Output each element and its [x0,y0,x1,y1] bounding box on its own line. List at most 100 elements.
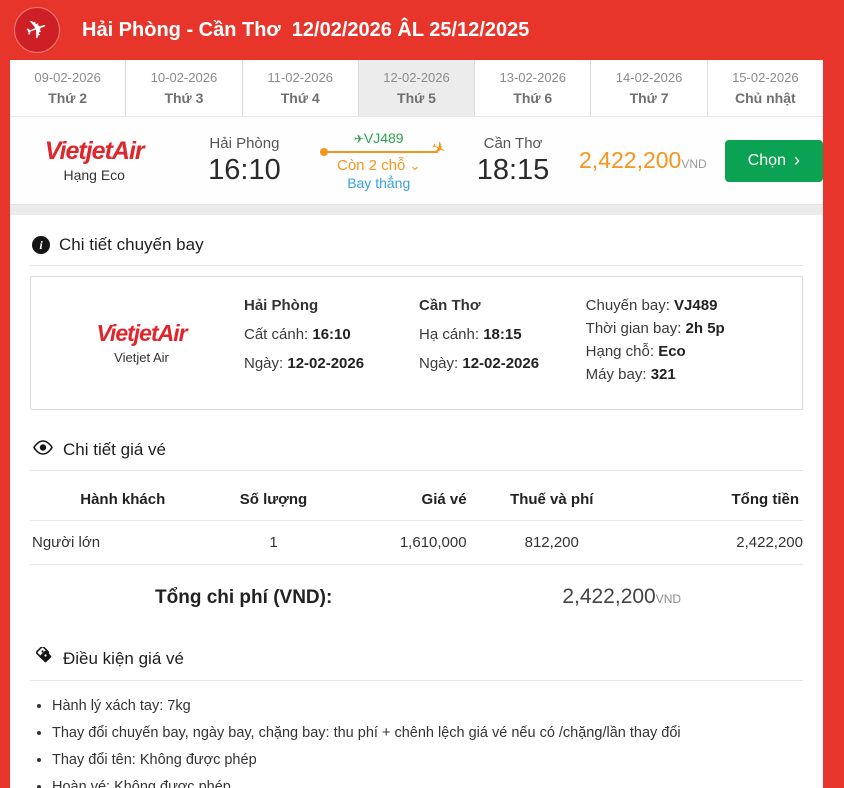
tab-day: Thứ 5 [397,90,436,106]
section-title: Điều kiện giá vé [63,648,184,668]
select-button-label: Chọn [747,151,786,169]
price-table-row: Người lớn 1 1,610,000 812,200 2,422,200 [30,520,803,564]
label: Ngày: [244,355,288,372]
direct-flight-label: Bay thẳng [347,175,411,191]
divider [30,265,803,266]
divider [30,470,803,471]
grand-total-value: 2,422,200VND [562,585,681,609]
airline-logo-badge: ✈ [14,7,60,53]
detail-arrival-col: Cần Thơ Hạ cánh: 18:15 Ngày: 12-02-2026 [419,297,586,389]
arrival-time: 18:15 [476,153,550,186]
tab-date: 11-02-2026 [267,70,333,85]
departure-city: Hải Phòng [209,134,280,152]
grand-total-row: Tổng chi phí (VND): 2,422,200VND [30,564,803,631]
tab-day: Thứ 7 [629,90,669,106]
price-table: Hành khách Số lượng Giá vé Thuế và phí T… [30,479,803,564]
label: Thời gian bay: [585,320,686,337]
detail-departure-col: Hải Phòng Cất cánh: 16:10 Ngày: 12-02-20… [244,297,419,389]
condition-item: Thay đổi chuyến bay, ngày bay, chặng bay… [52,720,803,747]
arrival-time-line: Hạ cánh: 18:15 [419,326,586,343]
condition-item: Thay đổi tên: Không được phép [52,747,803,774]
section-separator [10,205,823,215]
value: 12-02-2026 [287,355,365,372]
app-header: ✈ Hải Phòng - Cần Thơ 12/02/2026 ÂL 25/1… [0,0,844,60]
label: Chuyến bay: [585,297,675,314]
date-tab-6[interactable]: 14-02-2026 Thứ 7 [591,60,708,116]
col-total: Tổng tiền [731,491,800,508]
currency: VND [655,592,682,606]
select-flight-button[interactable]: Chọn › [724,139,824,182]
date-tab-3[interactable]: 11-02-2026 Thứ 4 [242,60,359,116]
tags-icon [32,645,54,670]
flight-number-line: Chuyến bay: VJ489 [586,297,794,314]
col-passenger: Hành khách [80,491,166,508]
flight-number-text: VJ489 [363,130,404,146]
fare-conditions-list: Hành lý xách tay: 7kg Thay đổi chuyến ba… [52,693,803,788]
tab-day: Chủ nhật [735,90,796,106]
date-tab-2[interactable]: 10-02-2026 Thứ 3 [126,60,243,116]
flight-detail-card: VietjetAir Vietjet Air Hải Phòng Cất cán… [30,276,803,410]
grand-total-label: Tổng chi phí (VND): [155,587,333,608]
tab-date: 15-02-2026 [732,70,799,85]
value: 12-02-2026 [462,355,540,372]
tab-day: Thứ 2 [48,90,88,106]
seats-left-dropdown[interactable]: Còn 2 chỗ ⌄ [310,157,447,174]
price-details-section-header: Chi tiết giá vé [10,424,823,470]
airline-cell: VietjetAir Hạng Eco [10,136,178,184]
divider [30,680,803,681]
departure-time: 16:10 [208,153,281,186]
content-frame: 09-02-2026 Thứ 2 10-02-2026 Thứ 3 11-02-… [10,60,824,788]
arrival-city: Cần Thơ [483,134,543,152]
date-tab-1[interactable]: 09-02-2026 Thứ 2 [10,60,127,116]
tab-date: 12-02-2026 [383,70,450,85]
value: 16:10 [312,326,351,343]
vietjet-logo: VietjetAir [44,136,145,165]
fare-class-label: Hạng Eco [63,167,125,184]
passenger-type: Người lớn [30,520,216,564]
tab-date: 10-02-2026 [150,70,218,85]
eye-icon [32,440,54,460]
departure-city: Hải Phòng [244,297,319,314]
arrival-cell: Cần Thơ 18:15 [447,135,579,187]
duration-line: Thời gian bay: 2h 5p [586,320,794,337]
value: 18:15 [483,326,522,343]
label: Hạ cánh: [419,326,484,343]
label: Ngày: [419,355,463,372]
route-line-graphic: ✈ [319,137,449,161]
plane-icon: ✈ [353,132,364,146]
tab-date: 13-02-2026 [499,70,567,85]
tab-day: Thứ 3 [164,90,204,106]
label: Cất cánh: [244,326,313,343]
value: 2h 5p [685,320,725,337]
airline-name: Vietjet Air [114,349,169,365]
col-quantity: Số lượng [239,491,308,508]
date-tab-7[interactable]: 15-02-2026 Chủ nhật [707,60,823,116]
tab-date: 14-02-2026 [615,70,683,85]
flight-result-row: VietjetAir Hạng Eco Hải Phòng 16:10 ✈VJ4… [10,117,824,205]
condition-item: Hoàn vé: Không được phép [52,774,803,788]
label: Máy bay: [585,366,651,383]
route-cell: ✈VJ489 ✈ Còn 2 chỗ ⌄ Bay thẳng [310,130,449,191]
chevron-right-icon: › [793,150,800,170]
amount: 2,422,200 [562,585,656,608]
date-tab-bar: 09-02-2026 Thứ 2 10-02-2026 Thứ 3 11-02-… [10,60,823,117]
date-tab-4-selected[interactable]: 12-02-2026 Thứ 5 [358,60,476,116]
condition-item: Hành lý xách tay: 7kg [52,693,803,720]
route-title: Hải Phòng - Cần Thơ 12/02/2026 ÂL 25/12/… [82,18,530,41]
flight-number: ✈VJ489 [310,130,447,146]
fare-conditions-section-header: Điều kiện giá vé [10,631,823,680]
tab-date: 09-02-2026 [34,70,101,85]
date-tab-5[interactable]: 13-02-2026 Thứ 6 [475,60,592,116]
price-currency: VND [681,157,707,171]
vietjet-logo: VietjetAir [96,320,187,347]
arrival-city: Cần Thơ [419,297,481,314]
arrival-date-line: Ngày: 12-02-2026 [419,355,586,372]
details-panel: i Chi tiết chuyến bay VietjetAir Vietjet… [10,215,823,788]
quantity: 1 [215,520,332,564]
tab-day: Thứ 4 [280,90,320,106]
info-icon: i [32,236,50,254]
col-taxes: Thuế và phí [510,491,594,508]
flight-details-section-header: i Chi tiết chuyến bay [10,219,823,265]
detail-info-col: Chuyến bay: VJ489 Thời gian bay: 2h 5p H… [586,297,794,389]
detail-airline-cell: VietjetAir Vietjet Air [39,297,244,389]
